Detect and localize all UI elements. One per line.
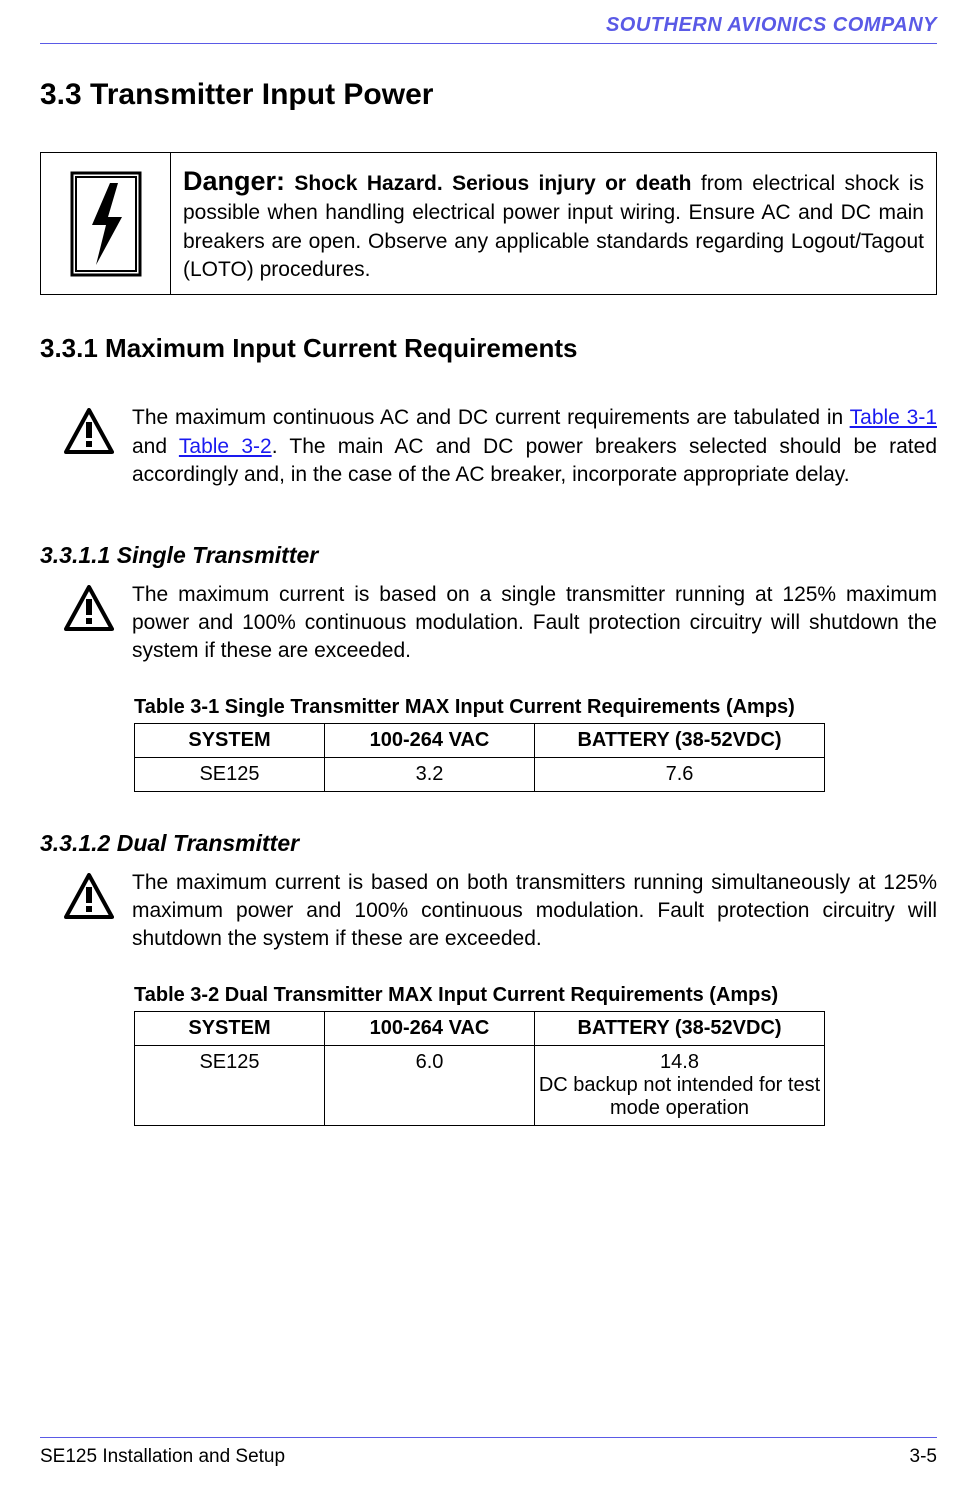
caution1-pre: The maximum continuous AC and DC current… (132, 406, 850, 429)
caution-text-1: The maximum continuous AC and DC current… (132, 404, 937, 489)
table-row: SYSTEM 100-264 VAC BATTERY (38-52VDC) (135, 1011, 825, 1045)
section-heading-3-3-1-2: 3.3.1.2 Dual Transmitter (40, 830, 937, 857)
cell-vac: 6.0 (325, 1045, 535, 1125)
table-3-2-wrap: Table 3-2 Dual Transmitter MAX Input Cur… (134, 984, 937, 1126)
col-header-vac: 100-264 VAC (325, 723, 535, 757)
table-row: SYSTEM 100-264 VAC BATTERY (38-52VDC) (135, 723, 825, 757)
caution-text-3: The maximum current is based on both tra… (132, 869, 937, 954)
caution-block-3: The maximum current is based on both tra… (40, 869, 937, 954)
col-header-battery: BATTERY (38-52VDC) (535, 723, 825, 757)
cell-system: SE125 (135, 1045, 325, 1125)
cell-vac: 3.2 (325, 757, 535, 791)
caution-block-2: The maximum current is based on a single… (40, 581, 937, 666)
cell-battery-value: 14.8 (660, 1051, 699, 1073)
page-footer: SE125 Installation and Setup 3-5 (40, 1437, 937, 1468)
table-3-1-caption: Table 3-1 Single Transmitter MAX Input C… (134, 696, 937, 719)
table-3-1-wrap: Table 3-1 Single Transmitter MAX Input C… (134, 696, 937, 792)
danger-label: Danger: (183, 166, 285, 196)
shock-hazard-icon (66, 169, 146, 279)
caution1-mid: and (132, 435, 179, 458)
cell-battery-note: DC backup not intended for test mode ope… (539, 1074, 820, 1119)
section-heading-3-3: 3.3 Transmitter Input Power (40, 78, 937, 112)
danger-icon-cell (41, 153, 171, 294)
table-3-1: SYSTEM 100-264 VAC BATTERY (38-52VDC) SE… (134, 723, 825, 792)
link-table-3-1[interactable]: Table 3-1 (850, 406, 937, 429)
col-header-system: SYSTEM (135, 723, 325, 757)
section-heading-3-3-1: 3.3.1 Maximum Input Current Requirements (40, 333, 937, 364)
danger-callout: Danger: Shock Hazard. Serious injury or … (40, 152, 937, 295)
caution-block-1: The maximum continuous AC and DC current… (40, 404, 937, 489)
danger-strong: Shock Hazard. Serious injury or death (285, 172, 691, 195)
page-header: SOUTHERN AVIONICS COMPANY (40, 0, 937, 44)
cell-battery: 7.6 (535, 757, 825, 791)
col-header-vac: 100-264 VAC (325, 1011, 535, 1045)
col-header-system: SYSTEM (135, 1011, 325, 1045)
cell-system: SE125 (135, 757, 325, 791)
footer-page-number: 3-5 (910, 1446, 937, 1468)
link-table-3-2[interactable]: Table 3-2 (179, 435, 272, 458)
table-row: SE125 3.2 7.6 (135, 757, 825, 791)
company-name: SOUTHERN AVIONICS COMPANY (606, 14, 937, 36)
warning-triangle-icon (64, 585, 114, 633)
cell-battery: 14.8 DC backup not intended for test mod… (535, 1045, 825, 1125)
table-3-2: SYSTEM 100-264 VAC BATTERY (38-52VDC) SE… (134, 1011, 825, 1126)
footer-doc-title: SE125 Installation and Setup (40, 1446, 285, 1468)
caution-text-2: The maximum current is based on a single… (132, 581, 937, 666)
section-heading-3-3-1-1: 3.3.1.1 Single Transmitter (40, 542, 937, 569)
table-3-2-caption: Table 3-2 Dual Transmitter MAX Input Cur… (134, 984, 937, 1007)
danger-text: Danger: Shock Hazard. Serious injury or … (171, 153, 936, 294)
table-row: SE125 6.0 14.8 DC backup not intended fo… (135, 1045, 825, 1125)
col-header-battery: BATTERY (38-52VDC) (535, 1011, 825, 1045)
warning-triangle-icon (64, 408, 114, 456)
warning-triangle-icon (64, 873, 114, 921)
